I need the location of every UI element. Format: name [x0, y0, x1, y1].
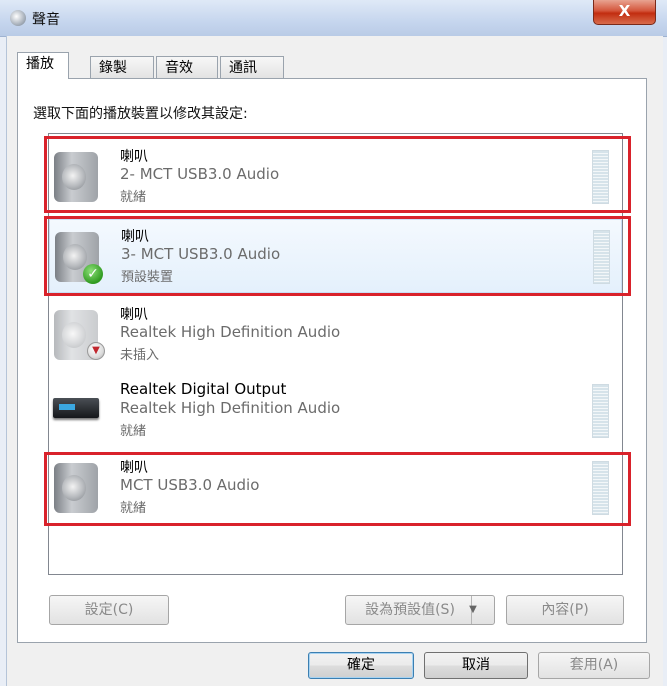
highlight-box [44, 452, 631, 526]
configure-button[interactable]: 設定(C) [49, 595, 169, 625]
device-driver: Realtek High Definition Audio [120, 323, 341, 341]
sound-icon [10, 10, 26, 26]
device-driver: Realtek High Definition Audio [120, 399, 341, 417]
window-title: 聲音 [32, 12, 60, 28]
tab-sounds[interactable]: 音效 [156, 56, 218, 78]
tab-recording[interactable]: 錄製 [90, 56, 154, 78]
device-status: 就緒 [120, 424, 147, 439]
highlight-box [44, 216, 631, 296]
device-name: Realtek Digital Output [120, 380, 287, 398]
device-status: 未插入 [120, 348, 160, 363]
set-default-button[interactable]: 設為預設值(S) ▼ [345, 595, 495, 625]
device-name: 喇叭 [120, 307, 148, 323]
digital-output-icon [53, 398, 99, 418]
apply-button[interactable]: 套用(A) [538, 652, 650, 679]
close-button[interactable]: X [593, 0, 656, 25]
sound-dialog: 聲音 X 播放 錄製 音效 通訊 選取下面的播放裝置以修改其設定: 喇叭 2- … [0, 0, 667, 686]
set-default-label: 設為預設值(S) [365, 602, 455, 618]
cancel-button[interactable]: 取消 [424, 652, 528, 679]
volume-meter [592, 384, 609, 438]
title-bar[interactable]: 聲音 X [0, 0, 667, 37]
unplugged-icon: ▼ [87, 342, 105, 360]
instruction-text: 選取下面的播放裝置以修改其設定: [33, 106, 248, 122]
ok-button[interactable]: 確定 [308, 652, 414, 679]
list-item[interactable]: Realtek Digital Output Realtek High Defi… [49, 374, 622, 448]
highlight-box [44, 136, 631, 213]
tab-playback[interactable]: 播放 [17, 52, 69, 79]
list-item[interactable]: ▼ 喇叭 Realtek High Definition Audio 未插入 [49, 298, 622, 372]
chevron-down-icon[interactable]: ▼ [469, 596, 494, 624]
properties-button[interactable]: 內容(P) [506, 595, 624, 625]
tab-communications[interactable]: 通訊 [220, 56, 284, 78]
